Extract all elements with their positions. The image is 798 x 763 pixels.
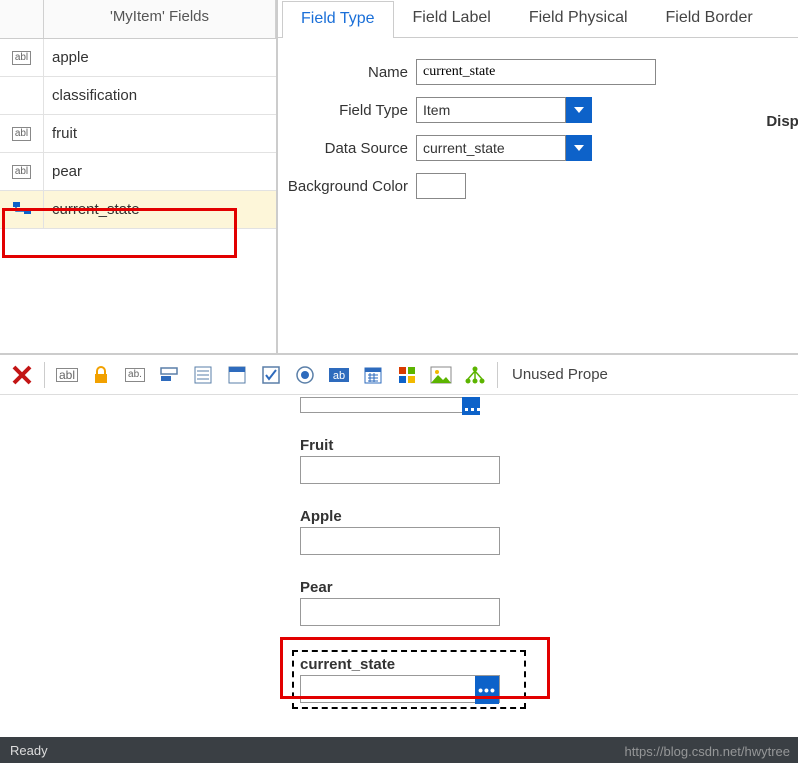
field-type-select[interactable]: Item [416,97,566,123]
separator [44,362,45,388]
panel-icon[interactable] [221,359,253,391]
tab-field-physical[interactable]: Field Physical [510,0,647,37]
calendar-icon[interactable] [357,359,389,391]
ellipsis-icon[interactable] [462,397,480,415]
field-type-label: Field Type [286,102,416,119]
radio-icon[interactable] [289,359,321,391]
tab-field-label[interactable]: Field Label [394,0,510,37]
fields-icon-col-header [0,0,44,38]
tabs: Field Type Field Label Field Physical Fi… [278,0,798,38]
unused-properties-label: Unused Prope [512,366,608,383]
fields-title: 'MyItem' Fields [44,0,276,38]
preview-field-partial[interactable] [300,397,480,413]
checkbox-icon[interactable] [255,359,287,391]
dropdown-icon[interactable] [566,135,592,161]
preview-label: Pear [300,579,798,596]
tree-icon[interactable] [459,359,491,391]
item-field-icon [0,191,44,228]
preview-field-pear[interactable]: Pear [300,579,798,626]
field-row-fruit[interactable]: abl fruit [0,115,276,153]
field-name: fruit [44,125,276,142]
preview-label: current_state [300,656,518,673]
text-field-icon: abl [0,115,44,152]
blank-icon [0,77,44,114]
separator [497,362,498,388]
preview-input[interactable] [300,456,500,484]
field-name: apple [44,49,276,66]
tab-field-border[interactable]: Field Border [647,0,772,37]
fields-panel: 'MyItem' Fields abl apple classification… [0,0,278,353]
preview-field-fruit[interactable]: Fruit [300,437,798,484]
form-preview: Fruit Apple Pear current_state ••• [0,395,798,709]
image-icon[interactable] [425,359,457,391]
preview-field-current-state[interactable]: current_state ••• [292,650,526,709]
preview-label: Fruit [300,437,798,454]
preview-input[interactable] [300,527,500,555]
preview-label: Apple [300,508,798,525]
name-input[interactable] [416,59,656,85]
status-text: Ready [10,743,48,758]
name-label: Name [286,64,416,81]
grid-icon[interactable] [391,359,423,391]
label-icon[interactable]: ab [323,359,355,391]
dropdown-icon[interactable] [566,97,592,123]
watermark: https://blog.csdn.net/hwytree [625,744,790,759]
preview-field-apple[interactable]: Apple [300,508,798,555]
text-small-icon[interactable]: ab. [119,359,151,391]
field-row-current-state[interactable]: current_state [0,191,276,229]
fields-header: 'MyItem' Fields [0,0,276,39]
bg-color-label: Background Color [286,178,416,195]
lock-icon[interactable] [85,359,117,391]
field-name: pear [44,163,276,180]
field-row-classification[interactable]: classification [0,77,276,115]
ellipsis-button[interactable]: ••• [475,676,499,704]
text-field-icon: abl [0,39,44,76]
data-source-select[interactable]: current_state [416,135,566,161]
field-name: current_state [44,201,276,218]
data-source-label: Data Source [286,140,416,157]
form-area: Displ Name Field Type Item Data Source c… [278,38,798,218]
field-name: classification [44,87,276,104]
text-field-icon: abl [0,153,44,190]
text-tool-icon[interactable]: abl [51,359,83,391]
field-row-apple[interactable]: abl apple [0,39,276,77]
field-row-pear[interactable]: abl pear [0,153,276,191]
form-icon[interactable] [153,359,185,391]
list-icon[interactable] [187,359,219,391]
svg-text:ab: ab [333,370,345,382]
tab-field-type[interactable]: Field Type [282,1,394,38]
bg-color-picker[interactable] [416,173,466,199]
display-label-cut: Displ [766,113,798,130]
property-panel: Field Type Field Label Field Physical Fi… [278,0,798,353]
toolbar: abl ab. ab Unused Prope [0,355,798,395]
preview-input[interactable] [300,598,500,626]
preview-input[interactable]: ••• [300,675,500,703]
delete-button[interactable] [6,359,38,391]
